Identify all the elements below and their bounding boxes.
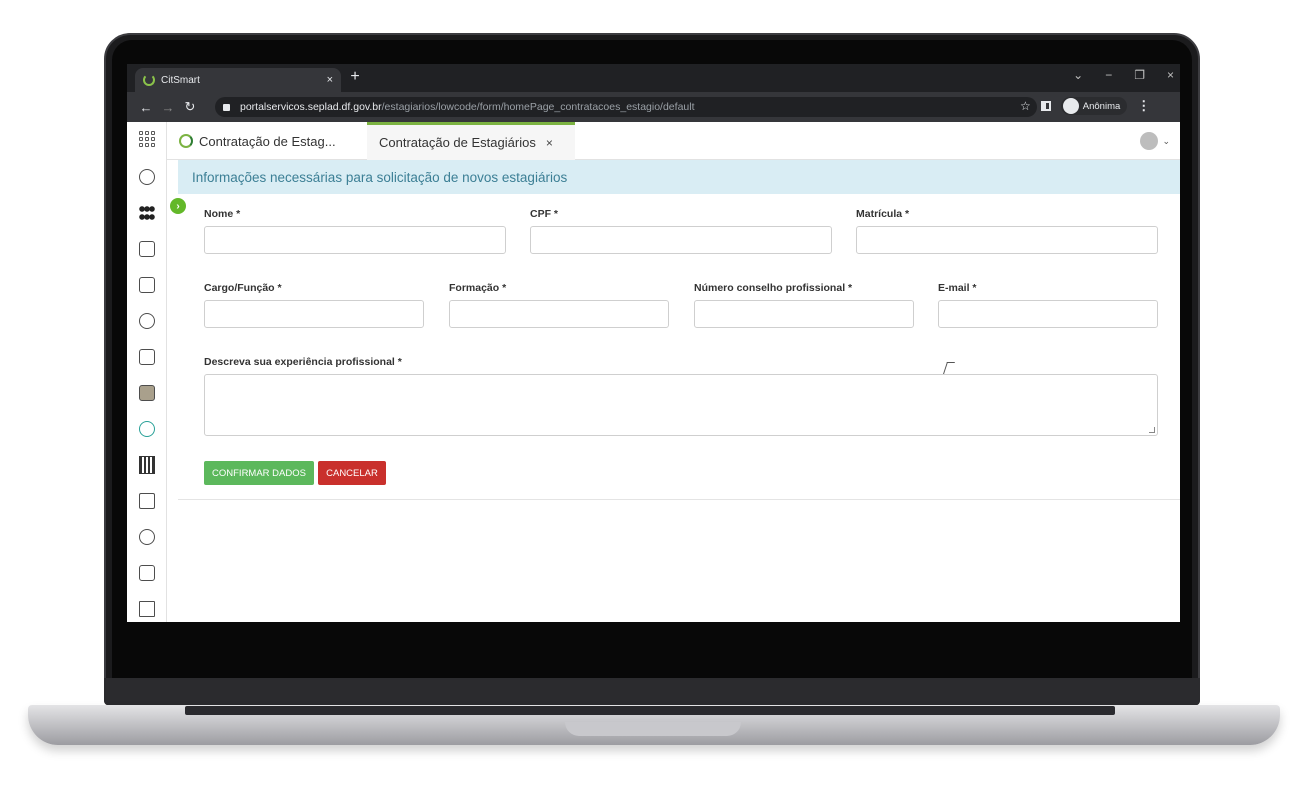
building-icon[interactable]: [136, 454, 158, 476]
info-banner: Informações necessárias para solicitação…: [178, 160, 1180, 194]
app-tab-bar: Contratação de Estag... Contratação de E…: [167, 122, 1180, 160]
back-arrow-icon[interactable]: ←: [135, 100, 157, 115]
address-bar[interactable]: portalservicos.seplad.df.gov.br /estagia…: [215, 97, 1037, 117]
close-window-icon[interactable]: ×: [1167, 68, 1174, 82]
user-menu[interactable]: ⌄: [1140, 132, 1170, 150]
avatar: [1140, 132, 1159, 150]
formacao-label: Formação *: [449, 282, 507, 294]
layers-icon[interactable]: [136, 490, 158, 512]
apps-grid-icon[interactable]: [136, 128, 158, 150]
forward-arrow-icon[interactable]: →: [157, 100, 179, 115]
conselho-label: Número conselho profissional *: [694, 282, 853, 294]
tab-active-label: Contratação de Estagiários: [379, 135, 536, 150]
nome-label: Nome *: [204, 208, 241, 220]
code-icon[interactable]: [136, 418, 158, 440]
toolbar-right: ☆ Anônima ⋮: [1020, 97, 1150, 115]
lock-icon: [223, 103, 230, 111]
citsmart-favicon-icon: [143, 74, 155, 86]
browser-star-icon[interactable]: [136, 562, 158, 584]
resize-handle-icon[interactable]: [1149, 427, 1155, 433]
money-icon[interactable]: [136, 382, 158, 404]
formacao-field[interactable]: [449, 300, 669, 328]
experiencia-textarea[interactable]: [204, 374, 1158, 436]
matricula-label: Matrícula *: [856, 208, 910, 220]
close-tab-icon[interactable]: ×: [327, 74, 333, 86]
divider: [178, 499, 1180, 500]
experiencia-label: Descreva sua experiência profissional *: [204, 356, 402, 368]
laptop-hinge: [104, 678, 1200, 706]
more-menu-icon[interactable]: ⋮: [1137, 98, 1150, 114]
email-field[interactable]: [938, 300, 1158, 328]
expand-icon[interactable]: [136, 598, 158, 620]
mouse-cursor-icon: [943, 362, 955, 374]
new-tab-button[interactable]: +: [345, 68, 365, 86]
tab-home-label: Contratação de Estag...: [199, 133, 336, 149]
cancel-button[interactable]: CANCELAR: [318, 461, 386, 485]
citsmart-logo-icon: [179, 134, 193, 148]
browser-tab-strip: CitSmart × + ⌄ − ❐ ×: [127, 64, 1180, 92]
nome-field[interactable]: [204, 226, 506, 254]
expand-sidebar-icon[interactable]: ›: [170, 198, 186, 214]
cargo-label: Cargo/Função *: [204, 282, 282, 294]
form-panel: Informações necessárias para solicitação…: [170, 160, 1180, 622]
side-panel-icon[interactable]: [1040, 101, 1051, 111]
screen: CitSmart × + ⌄ − ❐ × ← → ↻ portalservico…: [127, 64, 1180, 622]
email-label: E-mail *: [938, 282, 977, 294]
chevron-down-icon: ⌄: [1162, 135, 1170, 146]
laptop-keyboard-edge: [185, 706, 1115, 715]
incognito-profile-button[interactable]: Anônima: [1060, 97, 1128, 115]
browser-toolbar: ← → ↻ portalservicos.seplad.df.gov.br /e…: [127, 92, 1180, 122]
tab-contratacao-estagiarios[interactable]: Contratação de Estagiários ×: [367, 122, 575, 160]
browser-tab[interactable]: CitSmart ×: [135, 68, 341, 92]
url-path: /estagiarios/lowcode/form/homePage_contr…: [381, 101, 695, 113]
conselho-field[interactable]: [694, 300, 914, 328]
reload-icon[interactable]: ↻: [179, 99, 201, 115]
laptop-notch: [565, 722, 741, 736]
window-controls: ⌄ − ❐ ×: [1073, 68, 1174, 82]
chart-icon[interactable]: [136, 274, 158, 296]
people-globe-icon[interactable]: [136, 166, 158, 188]
cargo-field[interactable]: [204, 300, 424, 328]
matricula-field[interactable]: [856, 226, 1158, 254]
graduation-cap-icon[interactable]: [136, 310, 158, 332]
confirm-button[interactable]: CONFIRMAR DADOS: [204, 461, 314, 485]
donation-icon[interactable]: [136, 346, 158, 368]
cpf-label: CPF *: [530, 208, 559, 220]
group-icon[interactable]: [136, 202, 158, 224]
bookmark-star-icon[interactable]: ☆: [1020, 99, 1031, 113]
url-host: portalservicos.seplad.df.gov.br: [240, 101, 382, 113]
restore-icon[interactable]: ❐: [1134, 68, 1145, 82]
browser-tab-title: CitSmart: [161, 74, 200, 86]
calendar-icon[interactable]: [136, 238, 158, 260]
tab-home[interactable]: Contratação de Estag...: [167, 122, 367, 160]
minimize-icon[interactable]: −: [1105, 68, 1112, 82]
app-sidebar: [127, 122, 167, 622]
incognito-icon: [1062, 98, 1079, 114]
tab-search-icon[interactable]: ⌄: [1073, 68, 1083, 82]
users-icon[interactable]: [136, 526, 158, 548]
close-icon[interactable]: ×: [546, 136, 553, 150]
cpf-field[interactable]: [530, 226, 832, 254]
profile-label: Anônima: [1082, 100, 1121, 112]
